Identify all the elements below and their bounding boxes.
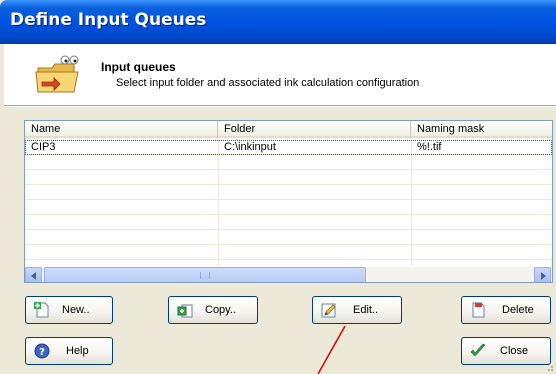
scroll-left-button[interactable] [25, 267, 42, 282]
cell-folder: C:\inkinput [224, 141, 276, 153]
scrollbar-thumb[interactable] [44, 267, 366, 282]
new-button[interactable]: New.. [25, 296, 113, 324]
cell-naming-mask: %!.tif [417, 141, 442, 153]
column-header-name[interactable]: Name [25, 121, 218, 138]
window-title: Define Input Queues [10, 10, 207, 30]
header-title: Input queues [101, 60, 176, 74]
delete-document-icon [472, 302, 485, 318]
close-button[interactable]: Close [461, 337, 551, 365]
queue-list[interactable]: Name Folder Naming mask CIP3 C:\inkinput… [24, 120, 553, 283]
chevron-left-icon [31, 272, 36, 280]
copy-icon [177, 304, 193, 318]
help-icon: ? [34, 343, 50, 359]
header-subtitle: Select input folder and associated ink c… [116, 77, 420, 89]
help-button-label: Help [66, 345, 89, 357]
column-header-folder[interactable]: Folder [218, 121, 411, 138]
copy-button[interactable]: Copy.. [168, 296, 258, 324]
list-header: Name Folder Naming mask [25, 121, 552, 138]
horizontal-scrollbar[interactable] [25, 266, 552, 282]
title-bar: Define Input Queues [0, 0, 556, 44]
new-document-icon [34, 302, 49, 318]
resize-grip-icon[interactable] [544, 362, 554, 372]
chevron-right-icon [541, 272, 546, 280]
delete-button[interactable]: Delete [461, 296, 551, 324]
folder-queue-icon [35, 55, 79, 93]
header-panel: Input queues Select input folder and ass… [4, 44, 556, 106]
new-button-label: New.. [62, 304, 90, 316]
close-button-label: Close [500, 345, 529, 357]
copy-button-label: Copy.. [205, 304, 236, 316]
table-row[interactable]: CIP3 C:\inkinput %!.tif [25, 140, 552, 155]
edit-button-label: Edit.. [353, 304, 379, 316]
grip-icon [200, 272, 210, 279]
edit-icon [321, 303, 336, 318]
edit-button[interactable]: Edit.. [312, 296, 402, 324]
help-button[interactable]: ? Help [25, 337, 113, 365]
column-header-naming-mask[interactable]: Naming mask [411, 121, 552, 138]
scroll-right-button[interactable] [534, 267, 551, 282]
cell-name: CIP3 [31, 141, 56, 153]
delete-button-label: Delete [502, 304, 534, 316]
checkmark-icon [470, 343, 486, 357]
svg-text:?: ? [39, 347, 45, 358]
